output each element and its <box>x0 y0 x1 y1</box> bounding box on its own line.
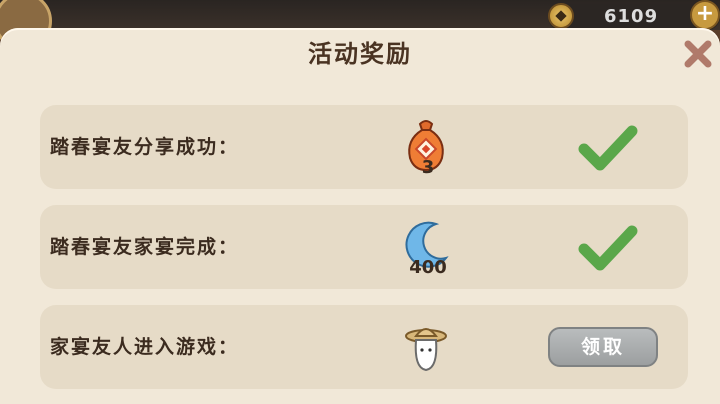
straw-hat-character-icon <box>405 328 447 372</box>
reward-row: 家宴友人进入游戏： 领取 <box>40 305 688 389</box>
reward-count: 400 <box>409 257 447 278</box>
reward-row: 踏春宴友家宴完成： 400 <box>40 205 688 289</box>
close-icon[interactable] <box>682 38 714 70</box>
task-label: 踏春宴友家宴完成： <box>50 236 240 258</box>
reward-count: 3 <box>421 157 435 178</box>
plus-icon[interactable]: + <box>690 0 720 30</box>
currency-amount: 6109 <box>604 6 659 27</box>
reward-row: 踏春宴友分享成功： 3 <box>40 105 688 189</box>
check-icon <box>578 125 638 171</box>
coin-icon <box>548 3 574 29</box>
claim-button[interactable]: 领取 <box>548 327 658 367</box>
task-label: 家宴友人进入游戏： <box>50 336 240 358</box>
check-icon <box>578 225 638 271</box>
task-label: 踏春宴友分享成功： <box>50 136 240 158</box>
dialog-title: 活动奖励 <box>308 40 412 68</box>
